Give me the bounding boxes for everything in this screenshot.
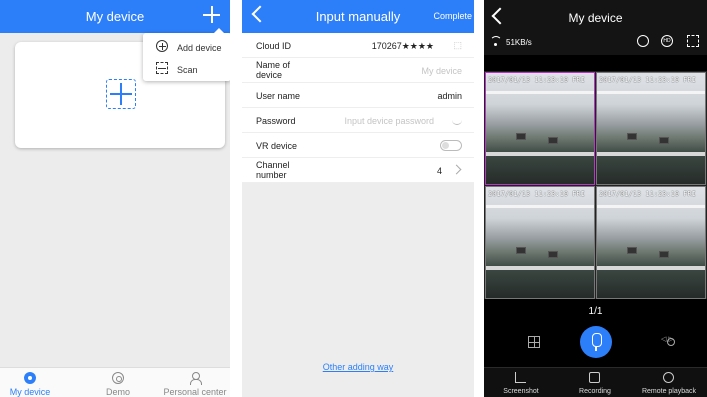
remote-playback-button[interactable]: Remote playback	[632, 368, 706, 397]
field-label: Password	[256, 116, 296, 126]
page-indicator: 1/1	[588, 306, 603, 317]
tab-demo[interactable]: Demo	[88, 368, 148, 397]
replay-icon	[663, 372, 674, 383]
toolbar-label: Screenshot	[503, 388, 539, 395]
field-vr-device[interactable]: VR device	[242, 133, 474, 158]
add-device-plus-icon[interactable]	[106, 79, 136, 109]
camera-view[interactable]: 2017/01/13 11:23:19 FRI	[596, 72, 706, 185]
field-device-name[interactable]: Name of device My device	[242, 58, 474, 83]
field-label: VR device	[256, 141, 298, 151]
field-value: 170267★★★★	[371, 41, 434, 51]
complete-button[interactable]: Complete	[433, 11, 472, 21]
fullscreen-icon[interactable]	[687, 35, 699, 47]
grid-layout-icon[interactable]	[528, 336, 540, 348]
screenshot-button[interactable]: Screenshot	[484, 368, 558, 397]
field-user-name[interactable]: User name admin	[242, 83, 474, 108]
ptz-direction-icon[interactable]	[661, 333, 680, 351]
timestamp: 2017/01/13 11:23:19 FRI	[488, 190, 585, 198]
person-icon	[189, 372, 202, 385]
field-password[interactable]: Password Input device password	[242, 108, 474, 133]
camera-icon	[24, 372, 36, 384]
page-title: My device	[85, 9, 145, 24]
device-name-input[interactable]: My device	[421, 66, 462, 76]
recording-button[interactable]: Recording	[558, 368, 632, 397]
page-title: My device	[568, 11, 623, 25]
menu-item-label: Add device	[177, 43, 222, 53]
screen-input-manually: Input manually Complete Cloud ID 170267★…	[242, 0, 474, 397]
tab-label: Personal center	[163, 387, 227, 397]
other-adding-way-link[interactable]: Other adding way	[242, 362, 474, 372]
vr-device-toggle[interactable]	[440, 140, 462, 151]
screen-live-view: My device 51KB/s HD 2017/01/13 11:23:19 …	[484, 0, 707, 397]
password-input[interactable]: Input device password	[344, 116, 434, 126]
field-label: User name	[256, 91, 301, 101]
tab-personal-center[interactable]: Personal center	[160, 368, 230, 397]
sound-icon[interactable]	[637, 35, 649, 47]
chevron-right-icon[interactable]	[451, 164, 462, 175]
field-value: 4	[436, 166, 442, 176]
record-icon	[589, 372, 600, 383]
scan-icon	[156, 62, 168, 74]
tab-label: Demo	[105, 387, 130, 397]
timestamp: 2017/01/13 11:23:19 FRI	[599, 76, 696, 84]
screen-my-device: My device Add device Scan My device Demo…	[0, 0, 230, 397]
camera-view[interactable]: 2017/01/13 11:23:19 FRI	[596, 186, 706, 299]
eye-icon[interactable]	[452, 120, 462, 125]
network-speed: 51KB/s	[506, 38, 532, 47]
toolbar-label: Remote playback	[641, 388, 697, 395]
crop-icon	[515, 372, 526, 383]
menu-item-add-device[interactable]: Add device	[143, 36, 230, 58]
video-grid: 2017/01/13 11:23:19 FRI 2017/01/13 11:23…	[484, 71, 707, 299]
demo-icon	[112, 372, 124, 384]
timestamp: 2017/01/13 11:23:19 FRI	[488, 76, 585, 84]
field-label: Cloud ID	[256, 41, 292, 51]
hd-icon[interactable]: HD	[661, 35, 673, 47]
menu-item-scan[interactable]: Scan	[143, 58, 230, 80]
menu-item-label: Scan	[177, 65, 198, 75]
device-form: Cloud ID 170267★★★★ ⬚ Name of device My …	[242, 33, 474, 183]
field-channel-number[interactable]: Channel number 4	[242, 158, 474, 183]
microphone-icon[interactable]	[580, 326, 612, 358]
field-cloud-id[interactable]: Cloud ID 170267★★★★ ⬚	[242, 33, 474, 58]
field-label: Channel number	[256, 160, 290, 180]
add-menu: Add device Scan	[143, 28, 230, 81]
bottom-toolbar: Screenshot Recording Remote playback	[484, 367, 707, 397]
nav-bar: My device 51KB/s HD	[484, 0, 707, 55]
tab-bar: My device Demo Personal center	[0, 367, 230, 397]
nav-bar: My device	[0, 0, 230, 33]
scan-icon[interactable]: ⬚	[453, 40, 462, 51]
circle-plus-icon	[156, 40, 168, 52]
field-label: Name of device	[256, 60, 291, 80]
toolbar-label: Recording	[579, 388, 611, 395]
nav-bar: Input manually Complete	[242, 0, 474, 33]
user-name-input[interactable]: admin	[437, 91, 462, 101]
camera-view[interactable]: 2017/01/13 11:23:19 FRI	[485, 186, 595, 299]
tab-my-device[interactable]: My device	[0, 368, 60, 397]
camera-view[interactable]: 2017/01/13 11:23:19 FRI	[485, 72, 595, 185]
tab-label: My device	[9, 387, 51, 397]
wifi-icon	[490, 35, 502, 47]
timestamp: 2017/01/13 11:23:19 FRI	[599, 190, 696, 198]
add-icon[interactable]	[202, 4, 222, 24]
